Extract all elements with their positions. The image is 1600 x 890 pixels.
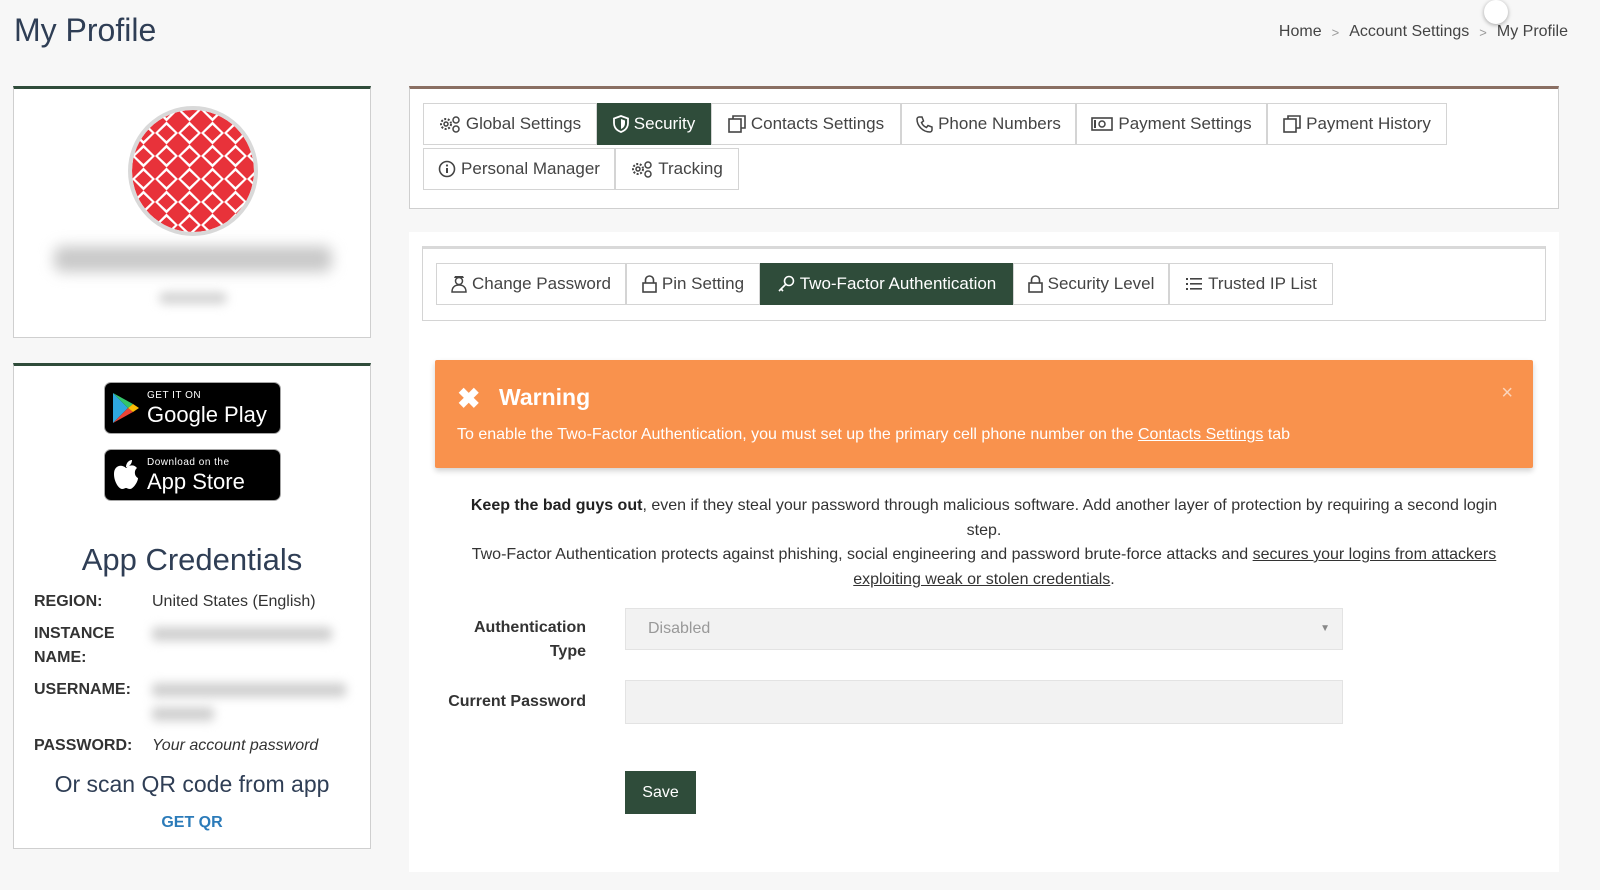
authentication-type-label: Authentication Type (474, 619, 586, 660)
avatar-pattern-icon (132, 110, 254, 232)
list-icon (1186, 278, 1203, 290)
password-label: PASSWORD: (34, 737, 133, 754)
breadcrumb-separator: > (1331, 25, 1340, 40)
warning-text-end: tab (1263, 426, 1291, 443)
tab-label: Payment Settings (1118, 114, 1252, 133)
security-subtabs: Change Password Pin Setting Two-Factor A… (422, 246, 1546, 321)
google-play-small-text: GET IT ON (147, 389, 202, 401)
subtab-change-password[interactable]: Change Password (436, 263, 626, 305)
subtab-trusted-ip-list[interactable]: Trusted IP List (1169, 263, 1333, 305)
subtab-label: Two-Factor Authentication (799, 274, 997, 293)
google-play-big-text: Google Play (147, 401, 267, 427)
two-factor-description: Keep the bad guys out, even if they stea… (435, 494, 1533, 592)
close-x-icon: ✖ (457, 383, 481, 414)
breadcrumb: Home > Account Settings > My Profile (1279, 23, 1568, 43)
subtab-label: Pin Setting (661, 274, 745, 293)
region-label: REGION: (34, 593, 103, 610)
tab-security[interactable]: Security (597, 103, 711, 145)
shield-icon (612, 115, 629, 133)
description-bold: Keep the bad guys out (470, 497, 643, 514)
tab-label: Personal Manager (461, 159, 600, 178)
region-value: United States (English) (152, 593, 316, 610)
key-icon (778, 275, 795, 292)
scan-qr-text: Or scan QR code from app (54, 771, 330, 797)
mouse-cursor (1484, 0, 1508, 24)
avatar[interactable] (128, 106, 258, 236)
tab-contacts-settings[interactable]: Contacts Settings (711, 103, 901, 145)
breadcrumb-separator: > (1479, 25, 1487, 40)
contacts-settings-link[interactable]: Contacts Settings (1138, 426, 1263, 443)
tab-global-settings[interactable]: Global Settings (423, 103, 597, 145)
warning-title: Warning (499, 384, 591, 410)
subtab-label: Security Level (1047, 274, 1155, 293)
tab-tracking[interactable]: Tracking (615, 148, 739, 190)
apple-icon (105, 459, 147, 491)
username-value-blurred (152, 683, 352, 721)
profile-role-blurred (159, 292, 227, 304)
app-store-button[interactable]: Download on the App Store (104, 449, 281, 501)
tab-personal-manager[interactable]: Personal Manager (423, 148, 615, 190)
warning-message: To enable the Two-Factor Authentication,… (457, 426, 1290, 444)
lock-icon (1027, 275, 1043, 293)
google-play-button[interactable]: GET IT ON Google Play (104, 382, 281, 434)
settings-tabs: Global Settings Security Contacts Settin… (409, 86, 1559, 209)
breadcrumb-home[interactable]: Home (1279, 23, 1322, 43)
tab-label: Security (633, 114, 696, 133)
subtab-label: Change Password (472, 274, 611, 293)
authentication-type-select[interactable]: Disabled ▼ (625, 608, 1343, 650)
description-end: . (1110, 570, 1115, 588)
security-content: Change Password Pin Setting Two-Factor A… (409, 232, 1559, 872)
lock-icon (642, 275, 657, 293)
breadcrumb-current: My Profile (1496, 23, 1568, 40)
breadcrumb-account-settings[interactable]: Account Settings (1349, 23, 1469, 43)
current-password-label: Current Password (448, 693, 586, 710)
copy-icon (728, 115, 746, 133)
google-play-icon (105, 392, 147, 424)
warning-alert: ✖ Warning To enable the Two-Factor Authe… (435, 360, 1533, 468)
current-password-input[interactable] (625, 680, 1343, 724)
user-secret-icon (451, 276, 467, 293)
subtab-label: Trusted IP List (1208, 274, 1317, 293)
money-icon (1091, 117, 1114, 131)
warning-text-start: To enable the Two-Factor Authentication,… (457, 426, 1138, 443)
warning-close-button[interactable]: × (1501, 382, 1513, 405)
app-credentials-title: App Credentials (81, 542, 303, 577)
tab-label: Global Settings (465, 114, 582, 133)
copy-icon (1283, 115, 1301, 133)
authentication-type-value: Disabled (648, 620, 711, 637)
tab-label: Payment History (1306, 114, 1431, 133)
info-icon (438, 160, 456, 178)
tab-label: Phone Numbers (938, 114, 1061, 133)
app-credentials-card: GET IT ON Google Play Download on the Ap… (13, 363, 371, 849)
gears-icon (439, 116, 460, 133)
app-store-big-text: App Store (147, 468, 245, 494)
gears-icon (632, 161, 652, 178)
instance-name-label: INSTANCE NAME: (34, 625, 115, 666)
phone-icon (916, 115, 933, 133)
page-title: My Profile (14, 12, 157, 48)
app-store-small-text: Download on the (147, 456, 230, 468)
subtab-two-factor-authentication[interactable]: Two-Factor Authentication (760, 263, 1013, 305)
username-label: USERNAME: (34, 681, 131, 698)
profile-card (13, 86, 371, 338)
profile-name-blurred (54, 246, 332, 272)
tab-phone-numbers[interactable]: Phone Numbers (901, 103, 1076, 145)
description-line1: , even if they steal your password throu… (642, 497, 1498, 539)
description-line2: Two-Factor Authentication protects again… (471, 546, 1253, 563)
tab-payment-history[interactable]: Payment History (1267, 103, 1447, 145)
subtab-security-level[interactable]: Security Level (1013, 263, 1169, 305)
subtab-pin-setting[interactable]: Pin Setting (626, 263, 760, 305)
tab-label: Contacts Settings (750, 114, 885, 133)
save-button[interactable]: Save (625, 771, 696, 814)
password-value: Your account password (152, 737, 319, 754)
tab-payment-settings[interactable]: Payment Settings (1076, 103, 1267, 145)
get-qr-link[interactable]: GET QR (14, 814, 370, 832)
instance-name-value-blurred (152, 627, 352, 641)
tab-label: Tracking (658, 159, 723, 178)
chevron-down-icon: ▼ (1320, 623, 1330, 634)
